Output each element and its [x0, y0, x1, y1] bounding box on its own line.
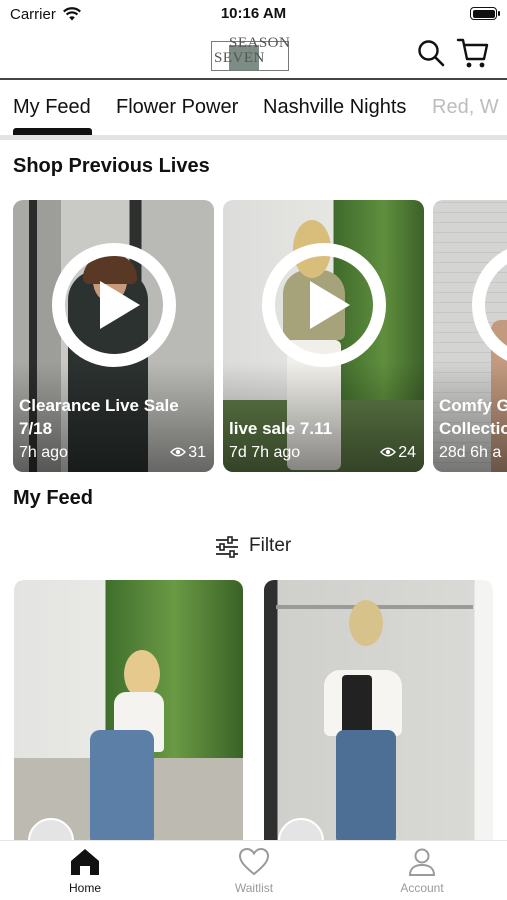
my-feed-title: My Feed — [13, 487, 94, 509]
views-value: 24 — [398, 444, 416, 461]
category-tabs: My Feed Flower Power Nashville Nights Re… — [0, 82, 507, 137]
feed-post-card[interactable] — [264, 580, 493, 842]
bottom-tab-bar: Home Waitlist Account — [0, 840, 507, 900]
app-header: SEASON SEVEN — [0, 30, 507, 80]
tab-bar-home-label: Home — [68, 881, 101, 895]
tab-red-w[interactable]: Red, W — [432, 96, 499, 119]
logo-line2: SEVEN — [214, 50, 265, 66]
views-value: 31 — [188, 444, 206, 461]
brand-logo[interactable]: SEASON SEVEN — [211, 35, 291, 73]
play-icon — [100, 281, 140, 329]
feed-post-image — [14, 580, 243, 842]
live-title: Comfy G Collectio — [439, 394, 507, 440]
live-card[interactable]: Clearance Live Sale 7/18 7h ago 31 — [13, 200, 214, 472]
filter-sliders-icon — [216, 536, 238, 558]
play-icon — [310, 281, 350, 329]
live-view-count: 24 — [380, 444, 416, 462]
heart-icon — [238, 847, 270, 876]
live-title-line1: live sale 7.11 — [229, 419, 333, 438]
live-title: live sale 7.11 — [229, 417, 419, 440]
status-bar: Carrier 10:16 AM — [0, 0, 507, 30]
filter-label: Filter — [249, 535, 292, 556]
clock: 10:16 AM — [220, 5, 287, 22]
cart-icon[interactable] — [456, 36, 490, 70]
live-title-line2: Collectio — [439, 419, 507, 438]
tab-bar-account[interactable]: Account — [377, 847, 467, 895]
tab-bar-home[interactable]: Home — [40, 847, 130, 895]
previous-lives-carousel[interactable]: Clearance Live Sale 7/18 7h ago 31 live … — [13, 200, 507, 472]
feed-post-image — [264, 580, 493, 842]
eye-icon — [380, 447, 397, 457]
live-title: Clearance Live Sale 7/18 — [19, 394, 209, 440]
live-title-line1: Comfy G — [439, 396, 507, 415]
home-icon — [71, 849, 99, 875]
shop-previous-lives-title: Shop Previous Lives — [13, 155, 210, 177]
tabs-divider — [0, 135, 507, 140]
search-icon[interactable] — [416, 38, 446, 68]
tab-bar-account-label: Account — [400, 881, 444, 895]
live-card[interactable]: Comfy G Collectio 28d 6h a — [433, 200, 507, 472]
live-title-line1: Clearance Live Sale — [19, 396, 179, 415]
feed-post-card[interactable] — [14, 580, 243, 842]
live-card[interactable]: live sale 7.11 7d 7h ago 24 — [223, 200, 424, 472]
tab-flower-power[interactable]: Flower Power — [116, 96, 238, 119]
live-time-ago: 7h ago — [19, 444, 68, 461]
live-time-ago: 28d 6h a — [439, 444, 502, 461]
live-view-count: 31 — [170, 444, 206, 462]
tab-my-feed[interactable]: My Feed — [13, 96, 91, 119]
tab-bar-waitlist[interactable]: Waitlist — [209, 847, 299, 895]
tab-bar-waitlist-label: Waitlist — [234, 881, 274, 895]
active-tab-indicator — [13, 128, 92, 135]
live-title-line2: 7/18 — [19, 419, 53, 438]
person-icon — [408, 848, 436, 876]
live-time-ago: 7d 7h ago — [229, 444, 301, 461]
battery-icon — [470, 7, 500, 20]
eye-icon — [170, 447, 187, 457]
tab-nashville-nights[interactable]: Nashville Nights — [263, 96, 406, 119]
